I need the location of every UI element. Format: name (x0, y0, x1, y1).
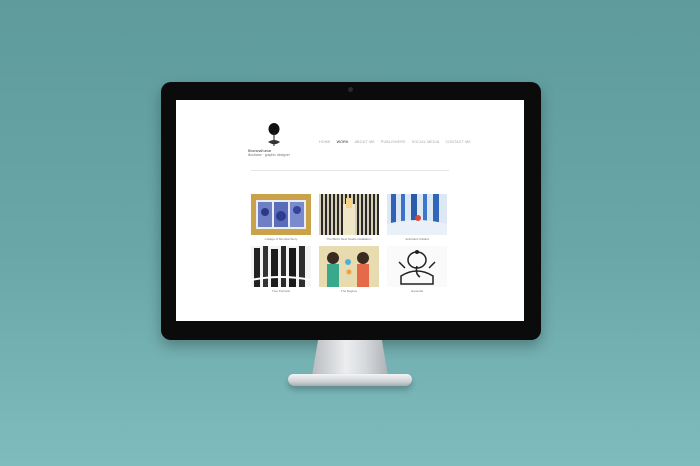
screen: BhavanaKumar illustrator · graphic desig… (176, 100, 524, 321)
work-gallery: Collage of Mumbai Story The Bird's Nest … (251, 194, 449, 294)
monitor-stand-base (288, 374, 412, 386)
gallery-caption: Ganesha (410, 289, 424, 293)
nav-publishers[interactable]: PUBLISHERS (381, 140, 406, 144)
header-divider (251, 170, 449, 171)
gallery-item[interactable]: Collage of Mumbai Story (251, 194, 311, 242)
thumbnail-tree-portraits-image[interactable] (251, 246, 311, 287)
monitor-stand-neck (312, 340, 388, 376)
gallery-caption: Self-titled Untitled (405, 237, 429, 241)
thumbnail-collage-image[interactable] (251, 194, 311, 235)
main-nav: HOME WORK ABOUT ME PUBLISHERS SOCIAL MED… (319, 140, 471, 144)
thumbnail-blue-trees-image[interactable] (387, 194, 447, 235)
gallery-item[interactable]: The Bugbox (319, 246, 379, 294)
nav-home[interactable]: HOME (319, 140, 331, 144)
gallery-caption: Tree Portraits (271, 289, 291, 293)
gallery-item[interactable]: Self-titled Untitled (387, 194, 447, 242)
gallery-caption: The Bugbox (340, 289, 358, 293)
nav-work[interactable]: WORK (337, 140, 349, 144)
gallery-item[interactable]: Tree Portraits (251, 246, 311, 294)
monitor: BhavanaKumar illustrator · graphic desig… (161, 82, 541, 340)
nav-social-media[interactable]: SOCIAL MEDIA (412, 140, 440, 144)
gallery-caption: The Bird's Nest Studio installation (326, 237, 372, 241)
thumbnail-ganesha-image[interactable] (387, 246, 447, 287)
thumbnail-installation-image[interactable] (319, 194, 379, 235)
gallery-item[interactable]: Ganesha (387, 246, 447, 294)
gallery-item[interactable]: The Bird's Nest Studio installation (319, 194, 379, 242)
logo-subtitle: illustrator · graphic designer (248, 153, 290, 157)
nav-about-me[interactable]: ABOUT ME (355, 140, 375, 144)
thumbnail-bugbox-image[interactable] (319, 246, 379, 287)
webcam-dot (348, 87, 353, 92)
logo-wordmark: BhavanaKumar illustrator · graphic desig… (248, 149, 298, 157)
nav-contact-me[interactable]: CONTACT ME (446, 140, 471, 144)
gallery-caption: Collage of Mumbai Story (264, 237, 298, 241)
